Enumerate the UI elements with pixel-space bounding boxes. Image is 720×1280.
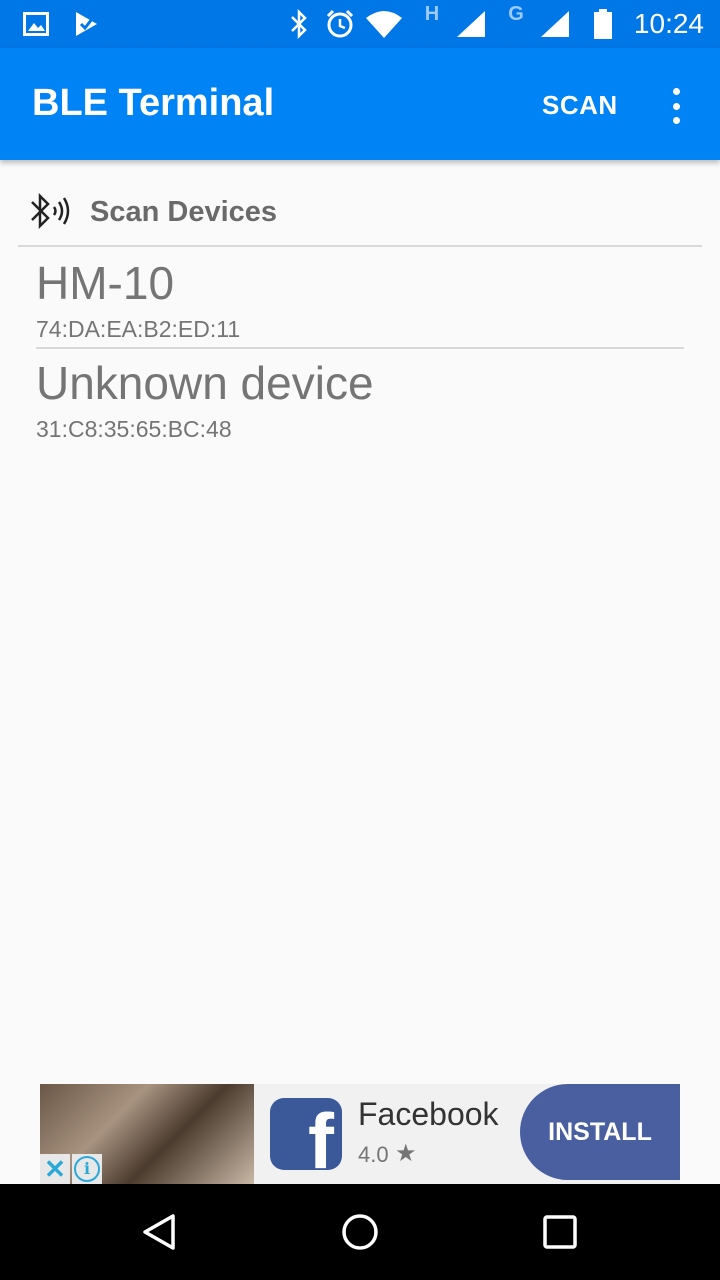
- nav-bar: [0, 1184, 720, 1280]
- app-title: BLE Terminal: [32, 82, 275, 124]
- network-type-g: G: [508, 2, 524, 25]
- divider: [36, 347, 684, 349]
- recents-icon[interactable]: [540, 1212, 580, 1252]
- device-address: 31:C8:35:65:BC:48: [36, 416, 232, 442]
- signal-icon: [454, 8, 488, 40]
- clock: 10:24: [633, 8, 704, 39]
- section-title: Scan Devices: [90, 196, 278, 228]
- gallery-icon: [22, 8, 50, 40]
- wifi-icon: [366, 8, 402, 40]
- device-address: 74:DA:EA:B2:ED:11: [36, 316, 241, 342]
- battery-icon: [592, 8, 614, 40]
- install-button[interactable]: INSTALL: [520, 1084, 680, 1180]
- home-icon[interactable]: [340, 1212, 380, 1252]
- device-item-unknown[interactable]: Unknown device 31:C8:35:65:BC:48: [36, 356, 686, 443]
- device-item-hm10[interactable]: HM-10 74:DA:EA:B2:ED:11: [36, 256, 686, 343]
- app-bar: BLE Terminal SCAN: [0, 48, 720, 160]
- info-icon[interactable]: i: [72, 1154, 102, 1184]
- back-icon[interactable]: [140, 1212, 180, 1252]
- star-icon: ★: [395, 1140, 417, 1167]
- section-header: Scan Devices: [28, 186, 708, 238]
- overflow-menu-icon[interactable]: [664, 86, 688, 126]
- scan-button[interactable]: SCAN: [542, 90, 618, 121]
- alarm-icon: [324, 8, 356, 40]
- device-name: Unknown device: [36, 357, 374, 409]
- facebook-logo-icon: f: [270, 1098, 342, 1170]
- status-bar: H G 10:24: [0, 0, 720, 48]
- ad-banner[interactable]: ✕ i f Facebook 4.0 ★ INSTALL: [40, 1084, 680, 1184]
- signal-icon: [538, 8, 572, 40]
- check-flag-icon: [72, 8, 100, 40]
- network-type-h: H: [424, 2, 440, 25]
- device-name: HM-10: [36, 257, 175, 309]
- ad-app-name: Facebook: [358, 1096, 499, 1132]
- close-icon[interactable]: ✕: [40, 1154, 70, 1184]
- ad-rating: 4.0: [358, 1142, 389, 1167]
- bluetooth-icon: [288, 8, 310, 40]
- divider: [18, 245, 702, 247]
- bluetooth-searching-icon: [28, 190, 76, 234]
